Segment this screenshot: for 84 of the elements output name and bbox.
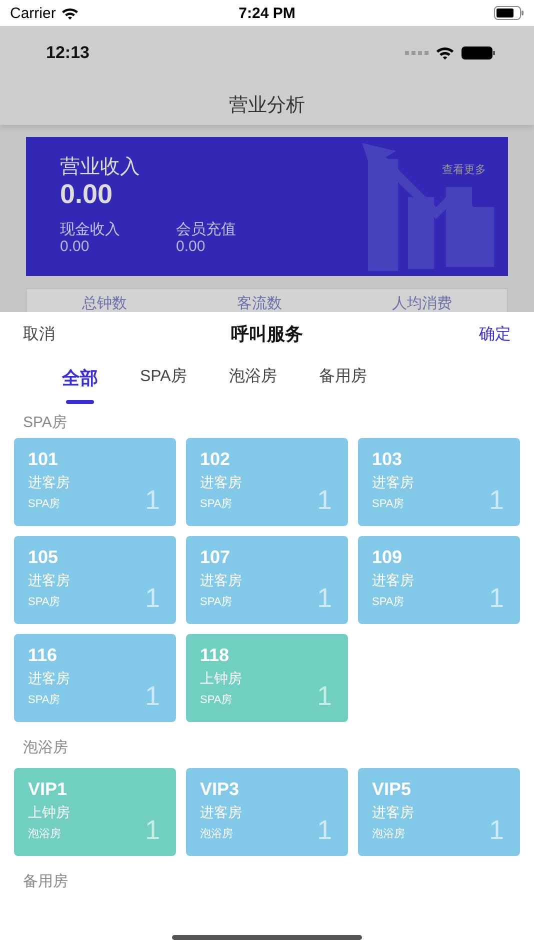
wifi-icon (60, 6, 79, 20)
category-tab[interactable]: 备用房 (306, 356, 379, 401)
revenue-value: 0.00 (60, 180, 114, 210)
page-title: 营业分析 (228, 94, 306, 118)
confirm-button[interactable]: 确定 (303, 324, 511, 344)
room-count: 1 (488, 585, 504, 612)
room-type: 泡浴房 (200, 826, 233, 842)
room-number: 109 (372, 546, 402, 568)
room-status: 进客房 (372, 571, 414, 590)
room-count: 1 (316, 487, 332, 514)
room-card[interactable]: VIP5 进客房 泡浴房 1 (358, 768, 520, 856)
room-number: 105 (28, 546, 58, 568)
room-count: 1 (316, 817, 332, 844)
stat-label: 客流数 (237, 294, 282, 312)
cash-label: 现金收入 (60, 220, 120, 239)
room-number: 107 (200, 546, 230, 568)
clock-time: 7:24 PM (238, 4, 296, 22)
room-status: 进客房 (28, 473, 70, 492)
room-type: SPA房 (200, 692, 232, 708)
room-type: SPA房 (28, 496, 60, 512)
section-title: 泡浴房 (22, 738, 69, 758)
sheet-title: 呼叫服务 (231, 323, 303, 346)
revenue-label: 营业收入 (60, 155, 141, 180)
clock-time: 12:13 (46, 43, 90, 63)
battery-icon (461, 46, 496, 60)
member-value: 0.00 (176, 238, 206, 254)
room-status: 进客房 (372, 803, 414, 822)
room-card[interactable]: VIP3 进客房 泡浴房 1 (186, 768, 348, 856)
section-title: SPA房 (22, 413, 68, 433)
room-count: 1 (144, 683, 160, 710)
member-label: 会员充值 (176, 220, 236, 239)
cancel-button[interactable]: 取消 (23, 324, 231, 344)
room-count: 1 (488, 487, 504, 514)
room-status: 进客房 (372, 473, 414, 492)
room-number: VIP3 (200, 778, 240, 800)
category-tab[interactable]: SPA房 (128, 356, 199, 401)
room-number: 101 (28, 448, 58, 470)
room-status: 上钟房 (28, 803, 70, 822)
room-count: 1 (144, 817, 160, 844)
signal-icon (405, 51, 429, 55)
room-card[interactable]: 109 进客房 SPA房 1 (358, 536, 520, 624)
room-type: 泡浴房 (28, 826, 61, 842)
room-number: VIP5 (372, 778, 412, 800)
room-type: SPA房 (372, 496, 404, 512)
room-count: 1 (488, 817, 504, 844)
room-card[interactable]: 116 进客房 SPA房 1 (14, 634, 176, 722)
view-more-link[interactable]: 查看更多 (442, 162, 486, 177)
wifi-icon (435, 46, 455, 60)
room-card[interactable]: 101 进客房 SPA房 1 (14, 438, 176, 526)
room-status: 进客房 (200, 473, 242, 492)
room-count: 1 (144, 585, 160, 612)
room-type: SPA房 (200, 496, 232, 512)
room-card[interactable]: 105 进客房 SPA房 1 (14, 536, 176, 624)
room-type: SPA房 (28, 692, 60, 708)
room-number: 116 (28, 644, 58, 666)
room-type: SPA房 (200, 594, 232, 610)
room-card[interactable]: 103 进客房 SPA房 1 (358, 438, 520, 526)
category-tab[interactable]: 泡浴房 (216, 356, 289, 401)
room-type: SPA房 (28, 594, 60, 610)
room-status: 上钟房 (200, 669, 242, 688)
room-card[interactable]: 102 进客房 SPA房 1 (186, 438, 348, 526)
room-status: 进客房 (28, 669, 70, 688)
cash-value: 0.00 (60, 238, 90, 254)
room-number: VIP1 (28, 778, 68, 800)
room-type: SPA房 (372, 594, 404, 610)
room-type: 泡浴房 (372, 826, 405, 842)
stat-label: 人均消费 (392, 294, 452, 312)
room-count: 1 (144, 487, 160, 514)
room-number: 118 (200, 644, 230, 666)
room-number: 103 (372, 448, 402, 470)
room-status: 进客房 (200, 803, 242, 822)
room-status: 进客房 (200, 571, 242, 590)
section-title: 备用房 (22, 872, 69, 892)
carrier-label: Carrier (10, 4, 56, 22)
room-count: 1 (316, 585, 332, 612)
room-count: 1 (316, 683, 332, 710)
battery-icon (494, 6, 524, 20)
room-status: 进客房 (28, 571, 70, 590)
room-card[interactable]: 118 上钟房 SPA房 1 (186, 634, 348, 722)
room-card[interactable]: VIP1 上钟房 泡浴房 1 (14, 768, 176, 856)
room-number: 102 (200, 448, 230, 470)
room-card[interactable]: 107 进客房 SPA房 1 (186, 536, 348, 624)
stat-label: 总钟数 (82, 294, 127, 312)
category-tab[interactable]: 全部 (50, 356, 110, 404)
